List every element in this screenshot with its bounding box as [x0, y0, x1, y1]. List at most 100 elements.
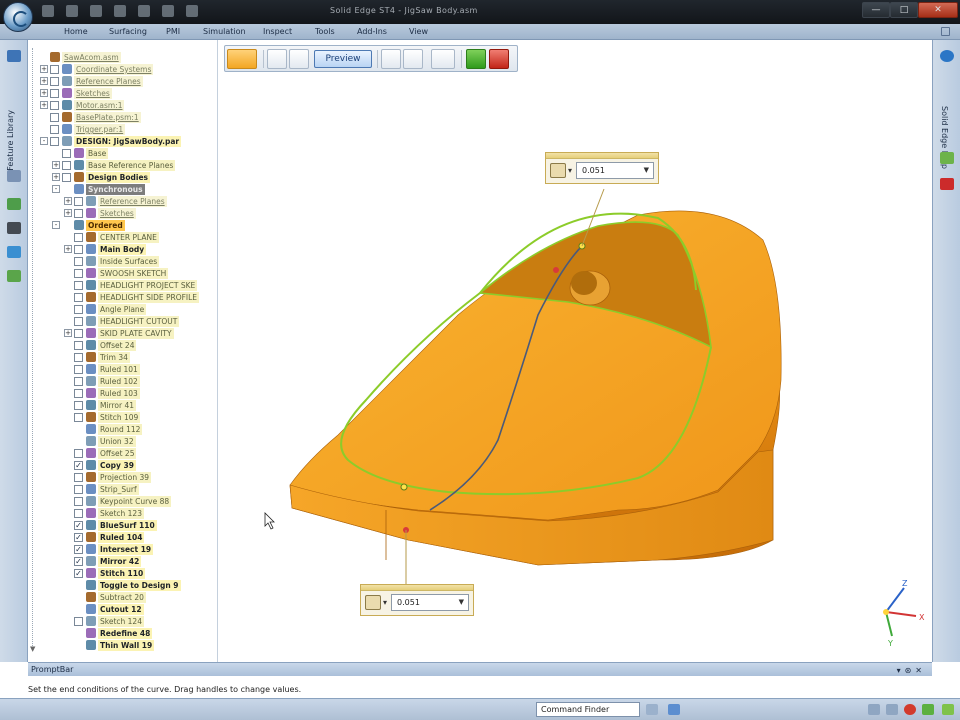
sensors-tab-icon[interactable] [7, 222, 21, 234]
visibility-checkbox[interactable] [74, 413, 83, 422]
visibility-checkbox[interactable] [74, 365, 83, 374]
expand-icon[interactable]: + [64, 197, 72, 205]
expand-icon[interactable]: + [40, 65, 48, 73]
minimize-button[interactable]: — [862, 2, 890, 18]
visibility-checkbox[interactable] [50, 101, 59, 110]
visibility-checkbox[interactable] [74, 329, 83, 338]
help-icon[interactable] [940, 50, 954, 62]
family-of-parts-icon[interactable] [7, 246, 21, 258]
visibility-checkbox[interactable] [62, 173, 71, 182]
feature-library-tab[interactable]: Feature Library [6, 110, 15, 171]
expand-icon[interactable]: + [40, 89, 48, 97]
visibility-checkbox[interactable] [74, 401, 83, 410]
visibility-checkbox[interactable]: ✓ [74, 569, 83, 578]
redo-icon[interactable] [114, 5, 126, 17]
accept-check-icon[interactable] [466, 49, 486, 69]
scroll-down-icon[interactable]: ▼ [30, 645, 35, 653]
expand-icon[interactable]: + [40, 101, 48, 109]
new-icon[interactable] [162, 5, 174, 17]
visibility-checkbox[interactable]: ✓ [74, 521, 83, 530]
save-icon[interactable] [42, 5, 54, 17]
view-triad[interactable]: Z X Y [883, 579, 925, 648]
visibility-checkbox[interactable] [74, 257, 83, 266]
visibility-checkbox[interactable]: ✓ [74, 557, 83, 566]
visibility-checkbox[interactable] [74, 449, 83, 458]
visibility-checkbox[interactable]: ✓ [74, 533, 83, 542]
visibility-checkbox[interactable] [74, 377, 83, 386]
tab-simulation[interactable]: Simulation [203, 26, 246, 38]
visibility-checkbox[interactable] [74, 473, 83, 482]
visibility-checkbox[interactable] [74, 293, 83, 302]
expand-icon[interactable]: + [64, 209, 72, 217]
expand-icon[interactable]: + [40, 77, 48, 85]
condition-dropdown-caret[interactable]: ▾ [568, 166, 572, 175]
view-icon[interactable] [668, 704, 680, 715]
open-icon[interactable] [66, 5, 78, 17]
visibility-checkbox[interactable] [50, 137, 59, 146]
visibility-checkbox[interactable] [74, 341, 83, 350]
preview-button[interactable]: Preview [314, 50, 372, 68]
magnitude-input[interactable]: 0.051 ▼ [576, 162, 654, 179]
rotate-icon[interactable] [381, 49, 401, 69]
visibility-checkbox[interactable] [50, 65, 59, 74]
visibility-checkbox[interactable] [62, 149, 71, 158]
graphics-window[interactable]: Z X Y [218, 40, 932, 662]
tab-surfacing[interactable]: Surfacing [109, 26, 147, 38]
application-button[interactable] [3, 2, 33, 32]
command-finder-input[interactable]: Command Finder [536, 702, 640, 717]
tab-pmi[interactable]: PMI [166, 26, 180, 38]
collapse-icon[interactable]: - [52, 221, 60, 229]
tab-home[interactable]: Home [64, 26, 88, 38]
layers-tab-icon[interactable] [7, 198, 21, 210]
magnitude-input[interactable]: 0.051 ▼ [391, 594, 469, 611]
appearance-tab-icon[interactable] [7, 270, 21, 282]
loop-icon[interactable] [403, 49, 423, 69]
expand-icon[interactable]: + [52, 173, 60, 181]
collapse-icon[interactable]: - [40, 137, 48, 145]
visibility-checkbox[interactable] [74, 317, 83, 326]
value-dropdown-icon[interactable]: ▼ [459, 595, 464, 610]
prompt-bar-controls[interactable]: ▾⊛✕ [897, 664, 926, 677]
select-arrow-icon[interactable] [267, 49, 287, 69]
undo-icon[interactable] [90, 5, 102, 17]
expand-icon[interactable]: + [52, 161, 60, 169]
visibility-checkbox[interactable] [74, 209, 83, 218]
youtube-icon[interactable] [940, 178, 954, 190]
visibility-checkbox[interactable] [74, 497, 83, 506]
fit-icon[interactable] [886, 704, 898, 715]
end-condition-icon[interactable] [550, 163, 566, 178]
visibility-checkbox[interactable] [74, 269, 83, 278]
sketch-view-icon[interactable] [922, 704, 934, 715]
tab-add-ins[interactable]: Add-Ins [357, 26, 387, 38]
triad-view-icon[interactable] [942, 704, 954, 715]
visibility-checkbox[interactable] [74, 617, 83, 626]
print-icon[interactable] [138, 5, 150, 17]
visibility-checkbox[interactable]: ✓ [74, 461, 83, 470]
maximize-button[interactable]: □ [890, 2, 918, 18]
record-icon[interactable] [904, 704, 916, 715]
visibility-checkbox[interactable] [74, 509, 83, 518]
end-condition-icon[interactable] [365, 595, 381, 610]
visibility-checkbox[interactable]: ✓ [74, 545, 83, 554]
curve-path-icon[interactable] [289, 49, 309, 69]
zoom-icon[interactable] [868, 704, 880, 715]
options-icon[interactable] [431, 49, 455, 69]
visibility-checkbox[interactable] [62, 161, 71, 170]
tab-tools[interactable]: Tools [315, 26, 335, 38]
visibility-checkbox[interactable] [50, 77, 59, 86]
visibility-checkbox[interactable] [74, 197, 83, 206]
visibility-checkbox[interactable] [74, 353, 83, 362]
curve-end-handle-bottom[interactable] [400, 483, 408, 491]
step-icon[interactable] [227, 49, 257, 69]
visibility-checkbox[interactable] [74, 389, 83, 398]
visibility-checkbox[interactable] [74, 245, 83, 254]
visibility-checkbox[interactable] [74, 233, 83, 242]
condition-dropdown-caret[interactable]: ▾ [383, 598, 387, 607]
visibility-checkbox[interactable] [50, 125, 59, 134]
expand-icon[interactable]: + [64, 329, 72, 337]
close-button[interactable]: ✕ [918, 2, 958, 18]
feature-library-icon[interactable] [7, 50, 21, 62]
cancel-x-icon[interactable] [489, 49, 509, 69]
minimize-ribbon-button[interactable] [941, 27, 950, 36]
tab-inspect[interactable]: Inspect [263, 26, 292, 38]
